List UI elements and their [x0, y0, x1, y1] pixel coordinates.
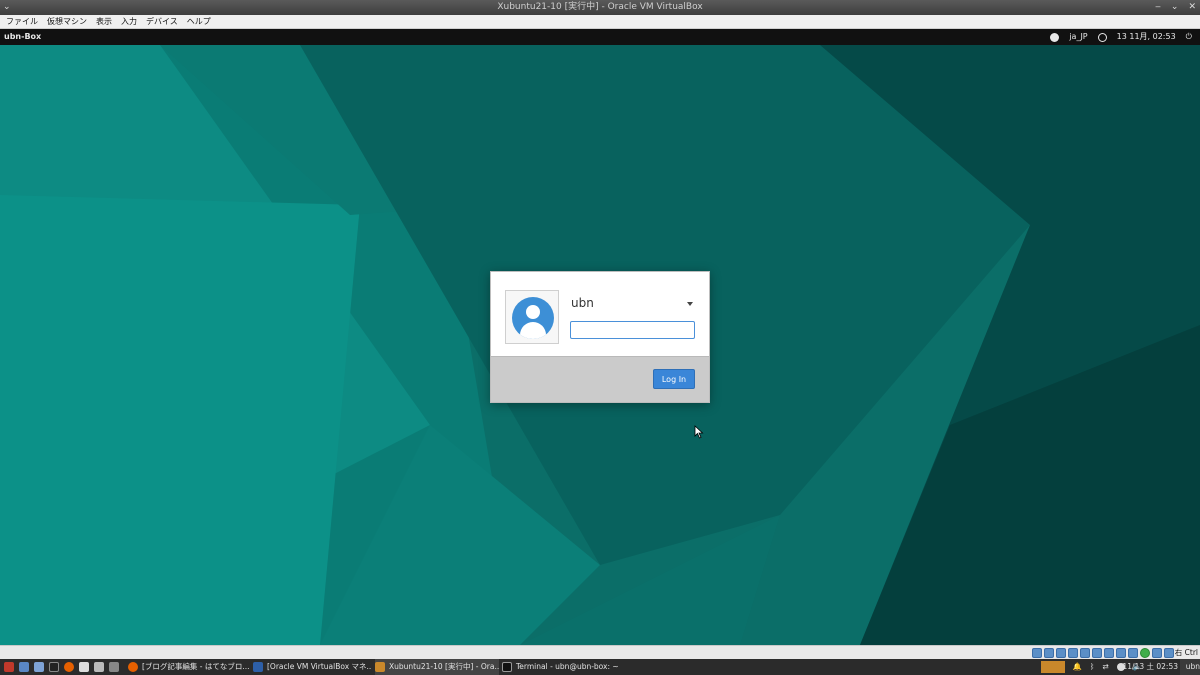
- usb-icon[interactable]: [1080, 648, 1090, 658]
- window-titlebar[interactable]: ⌄ Xubuntu21-10 [実行中] - Oracle VM Virtual…: [0, 0, 1200, 15]
- mouse-cursor-icon: [694, 425, 704, 439]
- firefox-task-icon: [128, 662, 138, 672]
- window-title: Xubuntu21-10 [実行中] - Oracle VM VirtualBo…: [497, 2, 703, 12]
- close-icon[interactable]: ✕: [1188, 0, 1196, 15]
- host-key-label: 右 Ctrl: [1174, 648, 1198, 657]
- menu-help[interactable]: ヘルプ: [187, 16, 211, 27]
- host-taskbar: [ブログ記事編集 - はてなブロ... [Oracle VM VirtualBo…: [0, 659, 1200, 675]
- hostname-label: ubn-Box: [4, 32, 42, 41]
- vt-x-icon[interactable]: [1140, 648, 1150, 658]
- optical-drive-icon[interactable]: [1044, 648, 1054, 658]
- file-manager-icon[interactable]: [34, 662, 44, 672]
- network-tray-icon[interactable]: ⇄: [1102, 659, 1108, 675]
- login-button[interactable]: Log In: [653, 369, 695, 389]
- notification-bell-icon[interactable]: 🔔: [1073, 659, 1082, 675]
- menu-devices[interactable]: デバイス: [146, 16, 178, 27]
- virtualbox-task-icon: [253, 662, 263, 672]
- menu-view[interactable]: 表示: [96, 16, 112, 27]
- minimize-icon[interactable]: ‒: [1155, 0, 1161, 15]
- login-dialog: ubn Log In: [490, 271, 710, 403]
- window-menu-icon[interactable]: ⌄: [3, 0, 11, 15]
- menu-file[interactable]: ファイル: [6, 16, 38, 27]
- terminal-task-icon: [502, 662, 512, 672]
- firefox-icon[interactable]: [64, 662, 74, 672]
- guest-top-panel: ubn-Box ja_JP 13 11月, 02:53 ⏻: [0, 29, 1200, 45]
- recording-icon[interactable]: [1116, 648, 1126, 658]
- mouse-integration-icon[interactable]: [1152, 648, 1162, 658]
- vm-task-icon: [375, 662, 385, 672]
- vbox-menubar: ファイル 仮想マシン 表示 入力 デバイス ヘルプ: [0, 15, 1200, 29]
- username-label: ubn: [571, 296, 594, 310]
- task-label: Terminal - ubn@ubn-box: ~: [516, 662, 619, 671]
- terminal-launcher-icon[interactable]: [49, 662, 59, 672]
- audio-icon[interactable]: [1056, 648, 1066, 658]
- menu-machine[interactable]: 仮想マシン: [47, 16, 87, 27]
- task-label: [ブログ記事編集 - はてなブロ...: [142, 662, 250, 671]
- task-vbox-manager[interactable]: [Oracle VM VirtualBox マネ...: [253, 659, 371, 675]
- task-label: [Oracle VM VirtualBox マネ...: [267, 662, 371, 671]
- text-editor-icon[interactable]: [79, 662, 89, 672]
- menu-input[interactable]: 入力: [121, 16, 137, 27]
- taskbar-clock[interactable]: 11/13 土 02:53: [1123, 659, 1179, 675]
- user-select-chevron-down-icon[interactable]: [687, 302, 693, 306]
- workspace-switcher[interactable]: [1040, 661, 1065, 673]
- task-terminal[interactable]: Terminal - ubn@ubn-box: ~: [502, 659, 622, 675]
- screenshot-icon[interactable]: [109, 662, 119, 672]
- hdd-icon[interactable]: [1032, 648, 1042, 658]
- display-icon[interactable]: [1104, 648, 1114, 658]
- user-avatar-frame: [505, 290, 559, 344]
- shared-folder-icon[interactable]: [1092, 648, 1102, 658]
- task-browser[interactable]: [ブログ記事編集 - はてなブロ...: [128, 659, 250, 675]
- power-icon[interactable]: ⏻: [1186, 29, 1192, 45]
- task-label: Xubuntu21-10 [実行中] - Ora...: [389, 662, 499, 671]
- password-input[interactable]: [570, 321, 695, 339]
- cpu-icon[interactable]: [1128, 648, 1138, 658]
- notes-icon[interactable]: [94, 662, 104, 672]
- keyboard-capture-icon[interactable]: [1164, 648, 1174, 658]
- apps-menu-icon[interactable]: [4, 662, 14, 672]
- session-icon[interactable]: [1050, 32, 1060, 42]
- datetime-label: 13 11月, 02:53: [1116, 32, 1176, 41]
- user-avatar-icon: [512, 297, 554, 339]
- show-desktop-icon[interactable]: [19, 662, 29, 672]
- login-lower-panel: Log In: [491, 356, 709, 402]
- keyboard-layout[interactable]: ja_JP: [1069, 29, 1087, 45]
- bluetooth-icon[interactable]: ᛒ: [1090, 659, 1095, 675]
- network-icon[interactable]: [1068, 648, 1078, 658]
- taskbar-user[interactable]: ubn: [1180, 659, 1200, 675]
- vbox-status-bar: 右 Ctrl: [0, 645, 1200, 659]
- task-vm-window[interactable]: Xubuntu21-10 [実行中] - Ora...: [375, 659, 499, 675]
- login-upper-panel: ubn: [491, 272, 709, 356]
- maximize-icon[interactable]: ⌄: [1171, 0, 1179, 15]
- accessibility-icon[interactable]: [1097, 32, 1107, 42]
